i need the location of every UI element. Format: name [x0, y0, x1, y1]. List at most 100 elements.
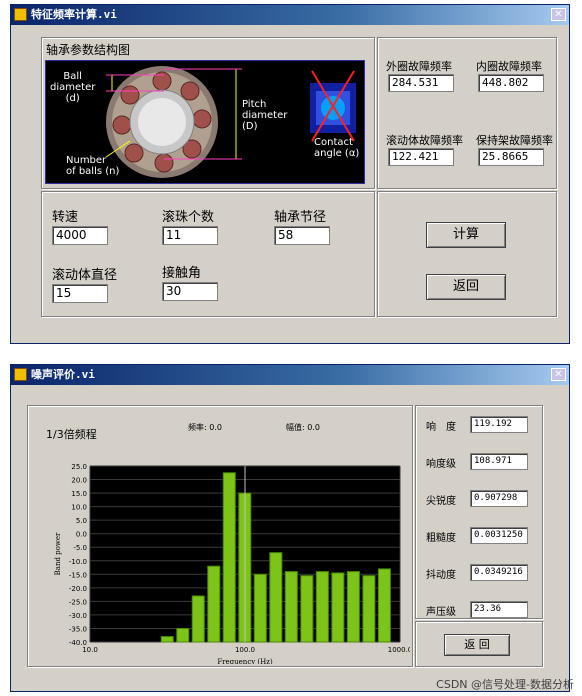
y-tick-label: 15.0 — [71, 490, 87, 498]
y-tick-label: -35.0 — [69, 625, 87, 633]
spectrum-bar — [300, 575, 314, 643]
title-bar[interactable]: 特征频率计算.vi ✕ — [11, 5, 569, 25]
metric-label: 尖锐度 — [426, 496, 456, 507]
contact-angle-label: Contact angle (α) — [314, 137, 359, 159]
spectrum-bar — [222, 472, 236, 643]
y-tick-label: 25.0 — [71, 463, 87, 471]
metric-value: 0.0031250 — [470, 527, 528, 544]
contact-angle-label-line1: Contact — [314, 137, 353, 148]
pitch-diameter-input-label: 轴承节径 — [274, 210, 327, 225]
labview-vi-icon-2 — [14, 368, 27, 381]
metric-value: 0.0349216 — [470, 564, 528, 581]
rolling-element-freq-field: 122.421 — [388, 148, 454, 166]
frequency-readout: 频率: 0.0 — [188, 423, 222, 432]
outer-race-freq-field: 284.531 — [388, 74, 454, 92]
pitch-diameter-label-line2: diameter — [242, 110, 288, 121]
rolling-diameter-input[interactable]: 15 — [52, 284, 108, 303]
ball-diameter-label: Ball diameter (d) — [50, 71, 95, 104]
ball-diameter-label-line1: Ball — [63, 71, 82, 82]
spectrum-bar — [362, 575, 376, 643]
y-tick-label: -30.0 — [69, 612, 87, 620]
bearing-diagram-image: Ball diameter (d) Pitch diameter (D) Num… — [45, 60, 365, 184]
x-tick-label: 10.0 — [82, 646, 98, 654]
metric-label: 声压级 — [426, 607, 456, 618]
calculate-button[interactable]: 计算 — [426, 222, 506, 248]
outer-race-freq-label: 外圈故障频率 — [386, 60, 452, 73]
pitch-diameter-label-line1: Pitch — [242, 99, 267, 110]
metric-label: 抖动度 — [426, 570, 456, 581]
y-tick-label: -25.0 — [69, 598, 87, 606]
metric-value: 108.971 — [470, 453, 528, 470]
ball-diameter-label-line3: (d) — [65, 93, 80, 104]
spectrum-bar — [207, 565, 221, 643]
metric-label: 响 度 — [426, 422, 456, 433]
metrics-panel: 响 度 119.192 响度级 108.971 尖锐度 0.907298 粗糙度 0.0031… — [415, 405, 543, 619]
diagram-title: 轴承参数结构图 — [46, 43, 131, 57]
y-tick-label: 0.0 — [76, 531, 87, 539]
x-tick-label: 1000.0 — [388, 646, 410, 654]
y-tick-label: 5.0 — [76, 517, 87, 525]
spectrum-bar — [377, 568, 391, 643]
spectrum-bar — [176, 627, 190, 643]
window-title: 特征频率计算.vi — [31, 8, 117, 21]
spectrum-bar — [315, 571, 329, 643]
number-of-balls-label-line2: of balls (n) — [66, 166, 120, 177]
close-button-2[interactable]: ✕ — [551, 368, 566, 381]
diagram-panel: 轴承参数结构图 Ball diameter (d) Pitch diameter… — [41, 37, 375, 189]
ball-count-label: 滚珠个数 — [162, 210, 215, 225]
pitch-diameter-label-line3: (D) — [242, 121, 258, 132]
contact-angle-input-label: 接触角 — [162, 266, 202, 281]
actions-panel: 计算 返回 — [377, 191, 557, 317]
fault-frequency-panel: 外圈故障频率 284.531 内圈故障频率 448.802 滚动体故障频率 12… — [377, 37, 557, 189]
third-octave-chart[interactable]: 25.0 20.0 15.0 10.0 5.0 0.0 -5.0 -10.0 -15.0 -20.… — [30, 436, 410, 664]
metric-value: 0.907298 — [470, 490, 528, 507]
back-button-2[interactable]: 返 回 — [444, 634, 510, 656]
spectrum-bar — [284, 571, 298, 643]
spectrum-bar — [191, 595, 205, 643]
watermark-text: CSDN @信号处理-数据分析 — [436, 678, 574, 691]
title-bar-2[interactable]: 噪声评价.vi ✕ — [11, 365, 569, 385]
metric-label: 粗糙度 — [426, 533, 456, 544]
y-tick-label: 10.0 — [71, 504, 87, 512]
spectrum-bar — [253, 573, 267, 643]
y-tick-label: 20.0 — [71, 477, 87, 485]
y-axis-label: Band power — [54, 532, 62, 575]
x-axis-label: Frequency (Hz) — [217, 658, 273, 664]
pitch-diameter-label: Pitch diameter (D) — [242, 99, 287, 132]
contact-angle-input[interactable]: 30 — [162, 282, 218, 301]
metric-value: 119.192 — [470, 416, 528, 433]
metric-label: 响度级 — [426, 459, 456, 470]
spectrum-bar — [269, 552, 283, 643]
spectrum-bar — [346, 571, 360, 643]
amplitude-readout: 幅值: 0.0 — [286, 423, 320, 432]
ball-count-input[interactable]: 11 — [162, 226, 218, 245]
y-tick-label: -20.0 — [69, 585, 87, 593]
cage-freq-field: 25.8665 — [478, 148, 544, 166]
inner-race-freq-field: 448.802 — [478, 74, 544, 92]
spectrum-panel: 1/3倍频程 频率: 0.0 幅值: 0.0 25.0 20.0 15.0 10.0 5… — [27, 405, 413, 667]
inner-race-freq-label: 内圈故障频率 — [476, 60, 542, 73]
back-panel: 返 回 — [415, 621, 543, 667]
bearing-frequency-window: 特征频率计算.vi ✕ 轴承参数结构图 Ball diameter (d) Pi… — [10, 4, 570, 344]
window-title-2: 噪声评价.vi — [31, 368, 95, 381]
x-tick-label: 100.0 — [235, 646, 255, 654]
rolling-element-freq-label: 滚动体故障频率 — [386, 134, 463, 147]
labview-vi-icon — [14, 8, 27, 21]
pitch-diameter-input[interactable]: 58 — [274, 226, 330, 245]
bearing-params-panel: 转速 4000 滚珠个数 11 轴承节径 58 滚动体直径 15 接触角 30 — [41, 191, 375, 317]
ball-diameter-label-line2: diameter — [50, 82, 96, 93]
metric-value: 23.36 — [470, 601, 528, 618]
spectrum-bar — [160, 636, 174, 643]
noise-evaluation-window: 噪声评价.vi ✕ 1/3倍频程 频率: 0.0 幅值: 0.0 25.0 20.… — [10, 364, 570, 692]
cage-freq-label: 保持架故障频率 — [476, 134, 553, 147]
number-of-balls-label-line1: Number — [66, 155, 107, 166]
back-button[interactable]: 返回 — [426, 274, 506, 300]
close-button[interactable]: ✕ — [551, 8, 566, 21]
y-tick-label: -15.0 — [69, 571, 87, 579]
spectrum-bar — [331, 572, 345, 643]
y-tick-label: -10.0 — [69, 558, 87, 566]
number-of-balls-label: Number of balls (n) — [66, 155, 119, 177]
y-tick-label: -5.0 — [73, 544, 87, 552]
rolling-diameter-label: 滚动体直径 — [52, 268, 118, 283]
rotation-speed-input[interactable]: 4000 — [52, 226, 108, 245]
